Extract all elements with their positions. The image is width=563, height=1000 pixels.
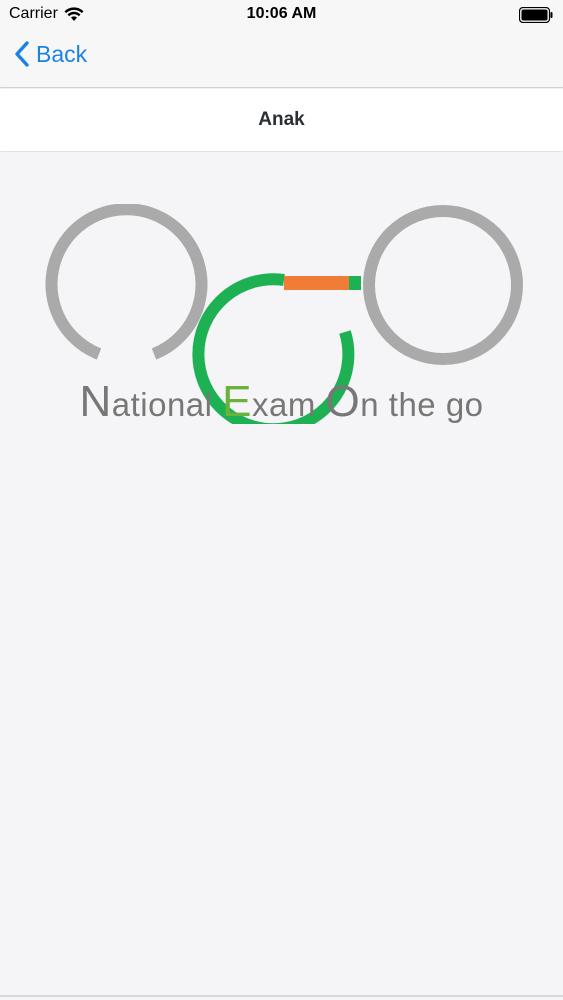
logo-caption: National Exam On the go: [0, 377, 563, 427]
page-title: Anak: [258, 109, 305, 130]
caption-letter-o: O: [325, 377, 361, 426]
content-area: National Exam On the go: [0, 152, 563, 995]
bottom-divider: [0, 995, 563, 997]
caption-on-the-go: n the go: [360, 386, 484, 423]
logo-ring-o: [363, 205, 523, 365]
status-time: 10:06 AM: [246, 5, 317, 22]
battery-icon: [519, 7, 553, 23]
back-label: Back: [36, 40, 88, 67]
back-button[interactable]: Back: [14, 40, 87, 68]
status-bar: Carrier 10:06 AM: [0, 0, 563, 30]
caption-letter-n: N: [79, 377, 112, 426]
title-bar: Anak: [0, 89, 563, 151]
caption-letter-e: E: [222, 377, 253, 426]
caption-national: ational: [111, 386, 223, 423]
navigation-bar: Back: [0, 30, 563, 88]
logo-e-bar-orange: [284, 276, 349, 290]
caption-exam: xam: [252, 386, 326, 423]
chevron-left-icon: [15, 41, 29, 67]
logo-ring-n: [45, 204, 208, 360]
